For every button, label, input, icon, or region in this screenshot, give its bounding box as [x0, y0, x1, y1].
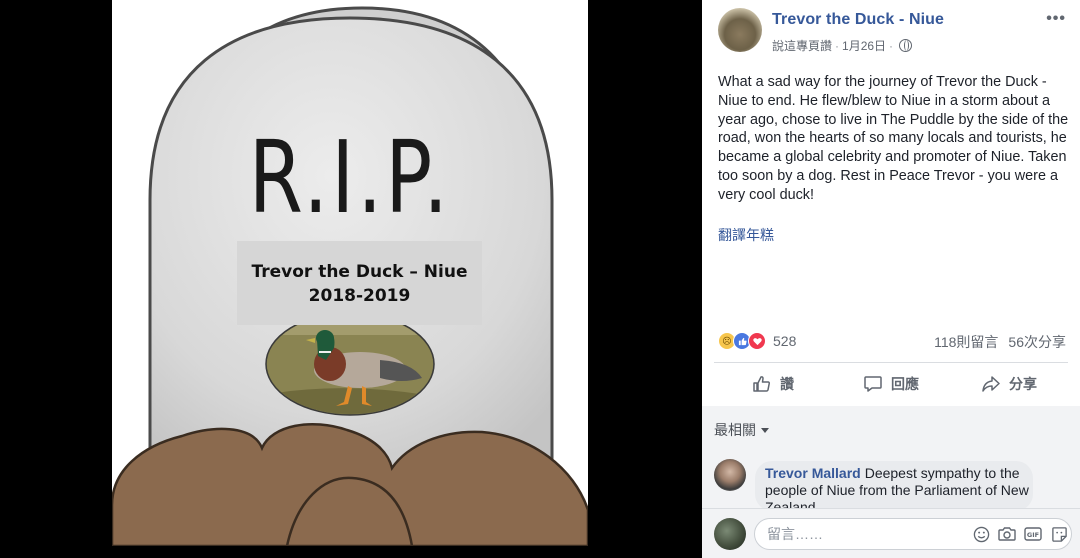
rip-headline: R.I.P.	[248, 119, 452, 236]
comment-composer: 留言…… GIF	[702, 508, 1080, 558]
commenter-avatar[interactable]	[714, 459, 746, 491]
life-dates: 2018-2019	[308, 286, 411, 306]
dirt-mounds	[112, 423, 588, 546]
like-button-label: 讚	[780, 376, 794, 392]
post-actions: 讚 回應 分享	[714, 364, 1068, 404]
post-body: What a sad way for the journey of Trevor…	[718, 74, 1069, 203]
comment-icon	[864, 376, 882, 392]
comment-author-link[interactable]: Trevor Mallard	[765, 465, 861, 481]
post-meta: 說這專頁讚 · 1月26日 ·	[772, 37, 913, 54]
engagement-counts: 118則留言 56次分享	[934, 332, 1066, 352]
more-options-icon[interactable]: •••	[1046, 10, 1066, 28]
globe-icon	[899, 39, 913, 52]
camera-icon[interactable]	[998, 525, 1016, 543]
reaction-count: 528	[773, 333, 797, 349]
tombstone-image: R.I.P. Trevor the Duck – Niue 2018-2019	[112, 0, 588, 546]
gif-icon[interactable]: GIF	[1024, 525, 1042, 543]
duck-name: Trevor the Duck – Niue	[251, 262, 468, 282]
composer-icons: GIF	[972, 519, 1068, 549]
comment-button[interactable]: 回應	[832, 364, 950, 404]
like-button[interactable]: 讚	[714, 364, 832, 404]
viewer-avatar	[714, 518, 746, 550]
post-date[interactable]: 1月26日	[842, 39, 886, 53]
photo-viewer[interactable]: R.I.P. Trevor the Duck – Niue 2018-2019	[0, 0, 700, 557]
comment-sort-label: 最相關	[714, 422, 756, 438]
comment-button-label: 回應	[891, 376, 919, 392]
like-page-link[interactable]: 說這專頁讚	[772, 39, 832, 53]
share-icon	[982, 376, 1000, 392]
share-button[interactable]: 分享	[950, 364, 1068, 404]
divider	[714, 362, 1068, 363]
shares-count-link[interactable]: 56次分享	[1008, 334, 1066, 350]
reactions-summary[interactable]: ☹ 528	[718, 331, 796, 351]
love-reaction-icon	[748, 332, 766, 350]
comments-count-link[interactable]: 118則留言	[934, 334, 998, 350]
page-avatar[interactable]	[718, 8, 762, 52]
comment-text: Trevor Mallard Deepest sympathy to the pe…	[765, 465, 1030, 511]
thumbs-up-icon	[753, 376, 770, 392]
post-panel: Trevor the Duck - Niue 說這專頁讚 · 1月26日 · ••• …	[702, 0, 1080, 558]
name-plaque	[237, 241, 482, 325]
comment-bubble: Trevor Mallard Deepest sympathy to the pe…	[755, 461, 1033, 511]
share-button-label: 分享	[1009, 376, 1037, 392]
sticker-icon[interactable]	[1050, 525, 1068, 543]
emoji-icon[interactable]	[972, 525, 990, 543]
svg-text:GIF: GIF	[1027, 531, 1039, 539]
caret-down-icon	[761, 428, 769, 433]
page-name-link[interactable]: Trevor the Duck - Niue	[772, 11, 944, 29]
translate-link[interactable]: 翻譯年糕	[718, 225, 774, 245]
comment-sort-dropdown[interactable]: 最相關	[714, 420, 769, 440]
